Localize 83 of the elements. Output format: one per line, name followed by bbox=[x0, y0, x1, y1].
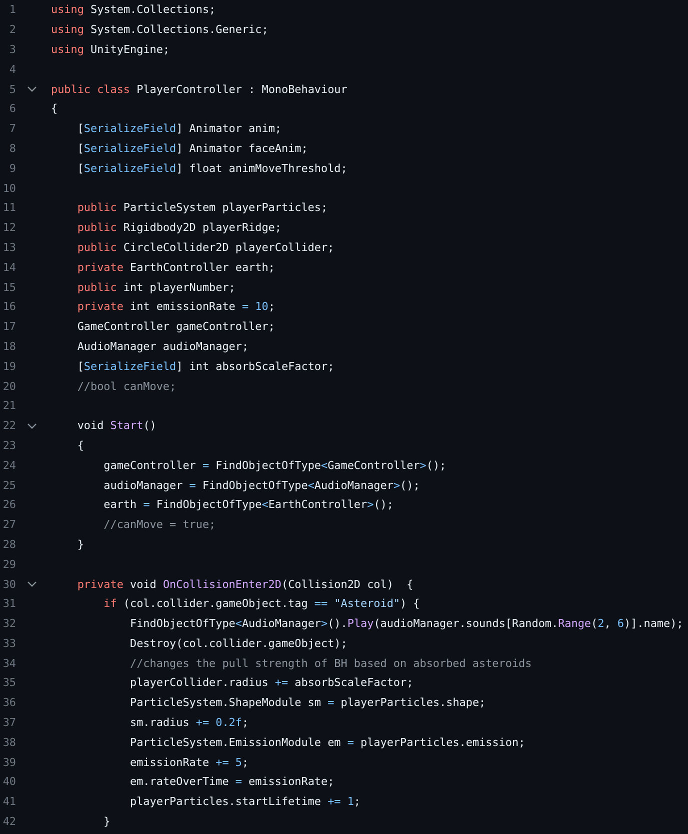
line-number: 2 bbox=[8, 23, 16, 36]
line-number: 1 bbox=[8, 3, 16, 16]
code-line: { bbox=[51, 102, 58, 116]
line-number: 10 bbox=[2, 182, 16, 195]
line-number: 21 bbox=[2, 399, 16, 412]
line-number: 8 bbox=[8, 142, 16, 155]
code-line: using System.Collections.Generic; bbox=[51, 23, 268, 36]
code-line: FindObjectOfType<AudioManager>().Play(audioManager.sounds[Random.Range(2, 6)].name); bbox=[130, 617, 684, 630]
line-number: 19 bbox=[2, 360, 16, 373]
line-number: 18 bbox=[2, 340, 16, 353]
code-line: public CircleCollider2D playerCollider; bbox=[77, 240, 334, 254]
line-number: 22 bbox=[2, 419, 16, 432]
line-number: 34 bbox=[2, 656, 16, 670]
code-line: ParticleSystem.ShapeModule sm = playerParticles.shape; bbox=[130, 696, 486, 710]
line-number: 39 bbox=[2, 756, 16, 769]
line-number: 31 bbox=[2, 597, 16, 610]
line-number: 3 bbox=[8, 42, 16, 56]
code-line: using System.Collections; bbox=[51, 3, 216, 16]
line-number: 36 bbox=[2, 696, 16, 710]
line-number: 37 bbox=[2, 716, 16, 730]
code-line: //changes the pull strength of BH based on absorbed asteroids bbox=[130, 656, 532, 670]
code-line: public int playerNumber; bbox=[77, 280, 236, 294]
code-line: public ParticleSystem playerParticles; bbox=[77, 201, 328, 214]
line-number: 11 bbox=[2, 201, 16, 214]
code-line: em.rateOverTime = emissionRate; bbox=[130, 775, 334, 788]
chevron-icon[interactable] bbox=[27, 581, 37, 587]
code-line: ParticleSystem.EmissionModule em = playerParticles.emission; bbox=[130, 736, 526, 749]
line-number: 33 bbox=[2, 636, 16, 650]
line-number: 27 bbox=[2, 518, 16, 532]
line-number: 14 bbox=[2, 260, 16, 274]
code-line: playerCollider.radius += absorbScaleFactor; bbox=[130, 676, 414, 690]
line-number: 7 bbox=[8, 122, 16, 136]
code-line: using UnityEngine; bbox=[51, 42, 170, 56]
line-number: 29 bbox=[2, 558, 16, 571]
code-line: [SerializeField] Animator anim; bbox=[77, 122, 282, 136]
line-number: 13 bbox=[2, 240, 16, 254]
code-line: AudioManager audioManager; bbox=[77, 340, 249, 353]
code-line: private EarthController earth; bbox=[77, 260, 275, 274]
code-line: [SerializeField] float animMoveThreshold; bbox=[77, 162, 348, 175]
code-line: //bool canMove; bbox=[77, 380, 176, 393]
line-number: 28 bbox=[2, 538, 16, 551]
code-line: public class PlayerController : MonoBehaviour bbox=[51, 82, 348, 96]
line-number: 40 bbox=[2, 775, 16, 788]
line-number: 6 bbox=[8, 102, 16, 116]
code-line: Destroy(col.collider.gameObject); bbox=[130, 636, 348, 650]
code-line: public Rigidbody2D playerRidge; bbox=[77, 221, 282, 234]
line-number: 9 bbox=[8, 162, 16, 175]
line-number: 4 bbox=[8, 62, 16, 76]
code-line: [SerializeField] Animator faceAnim; bbox=[77, 142, 308, 155]
chevron-icon[interactable] bbox=[27, 422, 37, 429]
code-line: private int emissionRate = 10; bbox=[77, 300, 275, 314]
code-line: GameController gameController; bbox=[77, 320, 275, 334]
line-number: 23 bbox=[2, 438, 16, 452]
code-line: //canMove = true; bbox=[104, 518, 216, 532]
code-line: audioManager = FindObjectOfType<AudioManager>(); bbox=[104, 478, 420, 492]
code-line: earth = FindObjectOfType<EarthController>(); bbox=[104, 498, 394, 512]
code-line: void Start() bbox=[77, 419, 156, 432]
code-line: } bbox=[104, 815, 110, 828]
code-line: sm.radius += 0.2f; bbox=[130, 716, 249, 730]
line-number: 35 bbox=[2, 676, 16, 690]
line-number: 24 bbox=[2, 458, 16, 472]
line-number: 25 bbox=[2, 478, 16, 492]
line-number: 5 bbox=[8, 82, 16, 96]
code-line: emissionRate += 5; bbox=[130, 756, 249, 769]
line-number: 26 bbox=[2, 498, 16, 512]
code-line: private void OnCollisionEnter2D(Collision2D col) { bbox=[77, 578, 414, 590]
code-line: playerParticles.startLifetime += 1; bbox=[130, 795, 361, 808]
chevron-icon[interactable] bbox=[27, 86, 37, 92]
code-line: if (col.collider.gameObject.tag == "Asteroid") { bbox=[104, 597, 420, 610]
line-number: 17 bbox=[2, 320, 16, 334]
code-line: } bbox=[77, 538, 84, 551]
code-line: gameController = FindObjectOfType<GameController>(); bbox=[104, 458, 446, 472]
line-number: 41 bbox=[2, 795, 16, 808]
line-number: 12 bbox=[2, 221, 16, 234]
line-number: 16 bbox=[2, 300, 16, 314]
line-number: 20 bbox=[2, 380, 16, 393]
line-number: 15 bbox=[2, 280, 16, 294]
code-line: { bbox=[77, 438, 84, 452]
line-number: 32 bbox=[2, 617, 16, 630]
line-number: 42 bbox=[2, 815, 16, 828]
line-number: 30 bbox=[2, 578, 16, 590]
code-line: [SerializeField] int absorbScaleFactor; bbox=[77, 360, 334, 373]
line-number: 38 bbox=[2, 736, 16, 749]
